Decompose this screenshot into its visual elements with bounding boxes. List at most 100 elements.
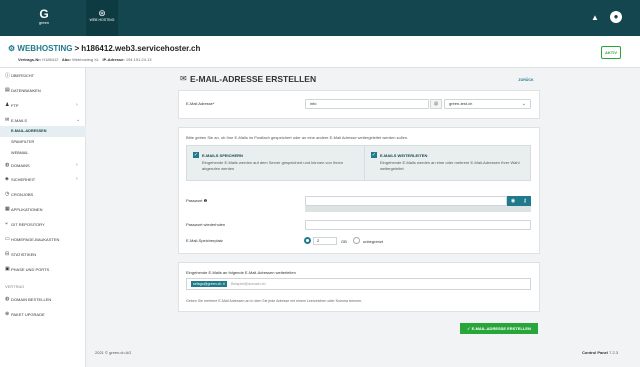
quota-unit: GB — [341, 239, 347, 244]
forward-tag-text: sefago@green.ch — [193, 282, 222, 286]
breadcrumb-section[interactable]: WEBHOSTING — [17, 44, 72, 53]
sidebar-item-domains[interactable]: ◍ DOMAINS › — [0, 160, 86, 171]
sidebar-item-email-adressen[interactable]: E-MAIL-ADRESSEN — [0, 126, 86, 137]
password-repeat-input[interactable] — [305, 220, 531, 230]
breadcrumb-separator: > — [74, 44, 80, 53]
remove-tag-icon[interactable]: ✕ — [222, 282, 225, 286]
user-avatar-icon[interactable]: ● — [610, 11, 622, 23]
page-title: E-MAIL-ADRESSE ERSTELLEN — [190, 74, 317, 84]
sidebar-item-ftp[interactable]: ♟ FTP › — [0, 100, 86, 111]
logo-mark: G — [39, 7, 49, 21]
password-label: Passwort ❶ — [186, 198, 207, 203]
quota-input[interactable]: 2 — [313, 237, 337, 245]
sidebar-item-label: PAKET UPGRADE — [11, 312, 45, 317]
domain-select[interactable]: green-test.ch ⌄ — [444, 99, 531, 109]
chevron-right-icon: › — [76, 176, 78, 182]
sidebar-item-label: DATENBANKEN — [11, 88, 41, 93]
sidebar-item-statistiken[interactable]: ⊟ STATISTIKEN — [0, 249, 86, 260]
quota-limited-radio[interactable] — [304, 237, 311, 244]
create-email-label: E-MAIL-ADRESSE ERSTELLEN — [471, 326, 531, 331]
green-logo[interactable]: G green — [24, 8, 64, 30]
option-forward-title: E-MAILS WEITERLEITEN — [380, 153, 428, 158]
shield-icon: ◈ — [5, 176, 9, 182]
contract-value: H186412 — [42, 57, 59, 62]
sidebar-item-label: SPAMFILTER — [11, 140, 35, 144]
sidebar-item-uebersicht[interactable]: ⓘ ÜBERSICHT — [0, 70, 86, 81]
clock-icon: ◷ — [5, 191, 10, 197]
sidebar-item-cronjobs[interactable]: ◷ CRONJOBS — [0, 189, 86, 200]
breadcrumb-host: h186412.web3.servicehoster.ch — [81, 44, 201, 53]
eye-icon: ◉ — [510, 198, 516, 204]
forward-address-input[interactable]: sefago@green.ch ✕ Beispiel@domain.ch — [186, 278, 531, 290]
sidebar-item-label: E-MAILS — [11, 118, 28, 123]
show-password-button[interactable]: ◉ — [507, 196, 519, 206]
sidebar-item-label: DOMAIN BESTELLEN — [11, 297, 52, 302]
forward-address-tag[interactable]: sefago@green.ch ✕ — [191, 281, 228, 287]
plan-label: Abo: — [61, 57, 71, 62]
envelope-icon: ✉ — [180, 74, 187, 83]
sidebar-item-phase-und-ports[interactable]: ▣ PHASE UND PORTS — [0, 264, 86, 275]
globe-icon: ⊛ — [98, 8, 106, 18]
sidebar-item-paket-upgrade[interactable]: ⊕ PAKET UPGRADE — [0, 309, 86, 320]
option-forward-desc: Eingehende E-Mails werden an eine oder m… — [380, 160, 520, 171]
address-label: E-Mail Adresse* — [186, 101, 215, 106]
contract-info: Vertrags-Nr: H186412 Abo: Webhosting XL … — [18, 57, 151, 62]
sidebar-item-label: DOMAINS — [11, 163, 30, 168]
store-checkbox[interactable]: ✓ — [193, 152, 199, 158]
sidebar-item-label: STATISTIKEN — [11, 252, 37, 257]
gear-icon: ⚙ — [8, 44, 18, 53]
password-input[interactable] — [305, 196, 507, 206]
sidebar-item-label: ÜBERSICHT — [11, 73, 35, 78]
password-label-text: Passwort — [186, 198, 203, 203]
option-store-title: E-MAILS SPEICHERN — [202, 153, 243, 158]
database-icon: ▤ — [5, 87, 10, 93]
option-store-card[interactable]: ✓ E-MAILS SPEICHERN Eingehende E-Mails w… — [186, 145, 369, 181]
sidebar-item-label: SICHERHEIT — [11, 177, 36, 182]
quota-unlimited-label: unbegrenzt — [363, 239, 384, 244]
globe-icon: ◍ — [5, 296, 10, 302]
breadcrumb: ⚙ WEBHOSTING > h186412.web3.servicehoster.… — [8, 44, 200, 53]
sidebar-item-webmail[interactable]: WEBMAIL — [0, 148, 86, 159]
sidebar-item-homepage-baukasten[interactable]: ▭ HOMEPAGE-BAUKASTEN — [0, 234, 86, 245]
chart-icon: ⊟ — [5, 251, 10, 257]
option-forward-card[interactable]: ✓ E-MAILS WEITERLEITEN Eingehende E-Mail… — [364, 145, 531, 181]
sidebar-item-git-repository[interactable]: ⑂ GIT REPOSITORY — [0, 219, 86, 230]
sidebar-item-label: GIT REPOSITORY — [11, 222, 45, 227]
bell-icon[interactable]: ▲ — [591, 13, 599, 22]
sidebar-item-label: FTP — [11, 103, 19, 108]
option-store-desc: Eingehende E-Mails werden auf dem Server… — [202, 160, 343, 171]
tab-web-hosting[interactable]: ⊛ WEB HOSTING — [86, 0, 118, 36]
sidebar-item-sicherheit[interactable]: ◈ SICHERHEIT › — [0, 174, 86, 185]
forward-placeholder: Beispiel@domain.ch — [231, 282, 266, 286]
forward-checkbox[interactable]: ✓ — [371, 152, 377, 158]
back-button[interactable]: ZURÜCK — [515, 76, 537, 84]
chevron-down-icon: ⌄ — [76, 117, 81, 123]
generate-password-button[interactable]: ⚷ — [519, 196, 531, 206]
chevron-right-icon: › — [76, 102, 78, 108]
ip-value: 194.191.24.13 — [125, 57, 152, 62]
sidebar-item-applikationen[interactable]: ▦ APPLIKATIONEN — [0, 204, 86, 215]
address-local-input[interactable]: info — [305, 99, 429, 109]
git-icon: ⑂ — [5, 221, 9, 227]
apps-icon: ▦ — [5, 206, 10, 212]
quota-label: E-Mail-Speicherplatz — [186, 238, 223, 243]
logo-text: green — [38, 20, 50, 25]
ip-label: IP-Adresse: — [102, 57, 125, 62]
contract-label: Vertrags-Nr: — [18, 57, 42, 62]
sidebar-item-label: HOMEPAGE-BAUKASTEN — [11, 237, 60, 242]
sidebar-item-emails[interactable]: ✉ E-MAILS ⌄ — [0, 115, 86, 126]
globe-icon: ◍ — [5, 162, 10, 168]
domain-select-value: green-test.ch — [449, 101, 473, 106]
create-email-button[interactable]: ✓ E-MAIL-ADRESSE ERSTELLEN — [460, 323, 538, 334]
sidebar-item-datenbanken[interactable]: ▤ DATENBANKEN — [0, 85, 86, 96]
sidebar-item-label: CRONJOBS — [11, 192, 34, 197]
chevron-right-icon: › — [76, 162, 78, 168]
sidebar-item-label: PHASE UND PORTS — [11, 267, 50, 272]
status-badge: AKTIV — [601, 46, 621, 59]
sidebar-item-spamfilter[interactable]: SPAMFILTER — [0, 137, 86, 148]
builder-icon: ▭ — [5, 236, 10, 242]
password-repeat-label: Passwort wiederholen — [186, 222, 226, 227]
storage-info-text: Bitte geben Sie an, ob Ihre E-Mails im P… — [186, 135, 409, 140]
quota-unlimited-radio[interactable] — [353, 237, 360, 244]
sidebar-item-domain-bestellen[interactable]: ◍ DOMAIN BESTELLEN — [0, 294, 86, 305]
